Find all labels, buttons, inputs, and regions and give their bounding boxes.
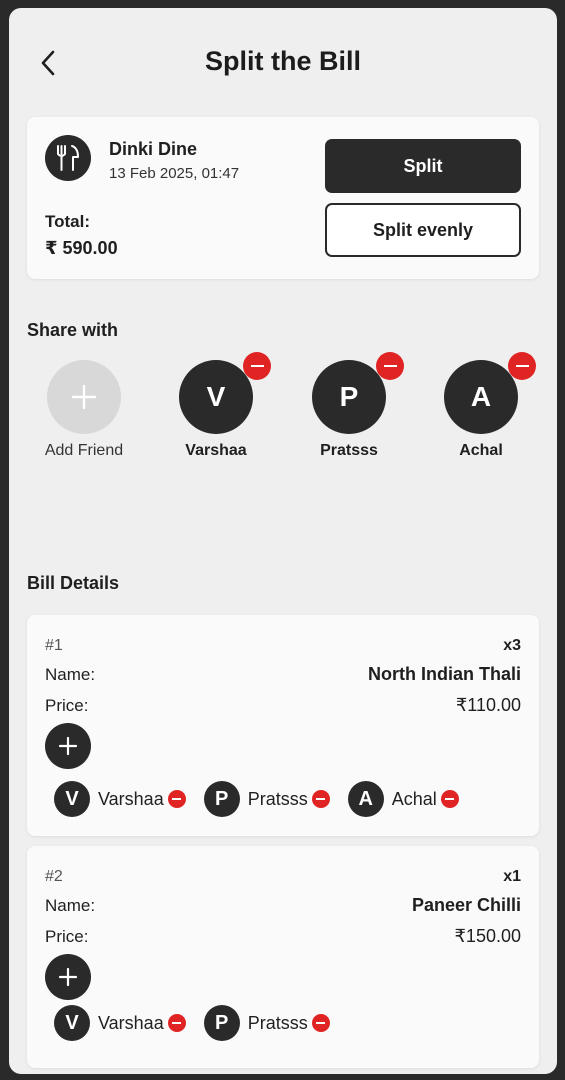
split-button[interactable]: Split xyxy=(325,139,521,193)
plus-icon xyxy=(58,967,78,987)
remove-person-button[interactable] xyxy=(311,790,330,808)
price-label: Price: xyxy=(45,696,89,715)
avatar-initial: A xyxy=(470,381,492,412)
total-value: ₹ 590.00 xyxy=(45,238,118,258)
remove-person-button[interactable] xyxy=(311,1014,330,1032)
item-quantity: x3 xyxy=(503,637,521,654)
share-with-label: Share with xyxy=(27,320,119,340)
avatar: V xyxy=(54,781,90,817)
total-label: Total: xyxy=(45,212,91,231)
avatar-initial: V xyxy=(206,381,226,412)
item-price: ₹110.00 xyxy=(455,695,521,715)
avatar: V xyxy=(54,1005,90,1041)
header: Split the Bill xyxy=(9,8,557,118)
bill-details-label: Bill Details xyxy=(27,573,120,593)
assigned-people: V Varshaa P Pratsss A Achal xyxy=(54,781,477,817)
item-quantity: x1 xyxy=(503,868,521,885)
avatar: A xyxy=(347,781,384,817)
avatar-initial: P xyxy=(339,381,359,412)
item-name: North Indian Thali xyxy=(368,664,521,684)
bill-date: 13 Feb 2025, 01:47 xyxy=(109,165,240,182)
avatar: V xyxy=(179,352,271,434)
avatar: P xyxy=(203,781,240,817)
name-label: Name: xyxy=(45,665,96,684)
avatar: P xyxy=(203,1005,240,1041)
page-title: Split the Bill xyxy=(204,46,361,76)
assigned-people: V Varshaa P Pratsss xyxy=(54,1005,348,1041)
restaurant-card: Dinki Dine 13 Feb 2025, 01:47 Total: ₹ 5… xyxy=(27,117,539,279)
person-name: Varshaa xyxy=(98,788,164,809)
name-label: Name: xyxy=(45,896,96,915)
bill-item-card: #1 x3 Name: North Indian Thali Price: ₹1… xyxy=(27,615,539,836)
fork-knife-icon xyxy=(45,135,91,181)
avatar: P xyxy=(312,352,404,434)
item-number: #2 xyxy=(45,868,63,885)
plus-icon xyxy=(58,736,78,756)
remove-person-button[interactable] xyxy=(440,790,459,808)
person-name: Achal xyxy=(391,788,437,809)
friend-achal: A Achal xyxy=(436,352,536,460)
item-name: Paneer Chilli xyxy=(411,895,521,915)
plus-icon[interactable] xyxy=(47,360,121,434)
person-name: Pratsss xyxy=(247,788,308,809)
person-chip: V Varshaa xyxy=(54,781,186,817)
person-chip: P Pratsss xyxy=(203,1005,330,1041)
bill-item-card: #2 x1 Name: Paneer Chilli Price: ₹150.00… xyxy=(27,846,539,1068)
remove-friend-button[interactable] xyxy=(376,352,404,380)
item-price: ₹150.00 xyxy=(454,926,521,946)
remove-friend-button[interactable] xyxy=(508,352,536,380)
remove-friend-button[interactable] xyxy=(243,352,271,380)
add-friend-label: Add Friend xyxy=(44,442,124,459)
price-label: Price: xyxy=(45,927,89,946)
add-person-button[interactable] xyxy=(45,954,91,1000)
remove-person-button[interactable] xyxy=(167,1014,186,1032)
split-evenly-button[interactable]: Split evenly xyxy=(325,203,521,257)
app-screen: Split the Bill Dinki Dine 13 Feb 2025, 0… xyxy=(9,8,557,1074)
person-chip: P Pratsss xyxy=(203,781,330,817)
person-chip: V Varshaa xyxy=(54,1005,186,1041)
friend-varshaa: V Varshaa xyxy=(171,352,271,460)
add-person-button[interactable] xyxy=(45,723,91,769)
avatar: A xyxy=(444,352,536,434)
friend-name: Achal xyxy=(459,442,503,459)
friend-name: Varshaa xyxy=(185,442,247,459)
add-friend[interactable]: Add Friend xyxy=(39,360,129,460)
friend-name: Pratsss xyxy=(320,442,378,459)
remove-person-button[interactable] xyxy=(167,790,186,808)
person-name: Pratsss xyxy=(247,1012,308,1033)
person-name: Varshaa xyxy=(98,1012,164,1033)
restaurant-name: Dinki Dine xyxy=(109,139,198,159)
friend-pratsss: P Pratsss xyxy=(304,352,404,460)
person-chip: A Achal xyxy=(347,781,459,817)
item-number: #1 xyxy=(45,637,63,654)
